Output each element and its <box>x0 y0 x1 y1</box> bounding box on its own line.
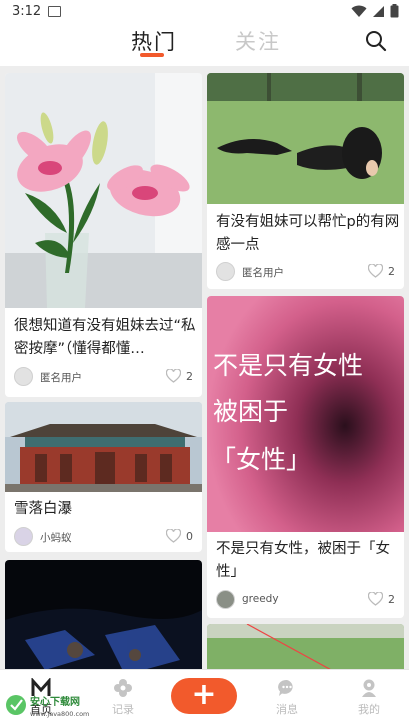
like-count: 2 <box>388 264 395 278</box>
like-count: 2 <box>388 592 395 606</box>
feed-card[interactable]: 很想知道有没有姐妹去过“私密按摩”（懂得都懂… 匿名用户 2 <box>5 73 202 397</box>
poster-line-3: 「女性」 <box>211 445 311 474</box>
night-tree-reflection-image <box>5 560 202 669</box>
add-post-button[interactable]: + <box>171 678 237 714</box>
tab-hot[interactable]: 热门 <box>131 26 177 56</box>
card-meta: 匿名用户 2 <box>14 367 193 387</box>
nav-profile[interactable]: 我的 <box>347 678 391 717</box>
card-title: 有没有姐妹可以帮忙p的有网感一点 <box>216 214 400 253</box>
watermark-url: www.java800.com <box>30 710 89 718</box>
heart-icon <box>166 369 181 383</box>
nav-messages-label: 消息 <box>276 703 298 716</box>
feed-card[interactable]: 雪落白瀑 小蚂蚁 0 <box>5 402 202 552</box>
heart-icon <box>368 592 383 606</box>
card-title: 不是只有女性，被困于「女性」 <box>216 541 390 580</box>
nav-profile-label: 我的 <box>358 703 380 716</box>
nav-record[interactable]: 记录 <box>101 678 145 717</box>
avatar <box>216 262 235 281</box>
chat-icon <box>278 679 293 696</box>
status-bar: 3:12 <box>0 0 409 24</box>
system-icons <box>351 4 399 18</box>
like-count: 2 <box>186 369 193 383</box>
feed-card[interactable] <box>5 560 202 669</box>
wifi-icon <box>351 5 367 17</box>
card-title: 雪落白瀑 <box>14 501 72 517</box>
card-title: 很想知道有没有姐妹去过“私密按摩”（懂得都懂… <box>14 318 196 357</box>
author-name: 匿名用户 <box>242 267 284 279</box>
poster-line-2: 被困于 <box>213 397 288 426</box>
tab-follow[interactable]: 关注 <box>235 26 281 56</box>
green-lawn-image <box>207 624 404 669</box>
like-button[interactable]: 2 <box>368 264 395 278</box>
status-time: 3:12 <box>12 4 42 19</box>
card-meta: 匿名用户 2 <box>216 262 395 282</box>
nav-messages[interactable]: 消息 <box>265 678 309 717</box>
chinese-temple-image <box>5 402 202 492</box>
heart-icon <box>368 264 383 278</box>
user-icon <box>362 679 376 697</box>
battery-icon <box>390 4 399 18</box>
author-name: 匿名用户 <box>40 372 82 384</box>
plus-icon: + <box>191 677 217 712</box>
feed-card[interactable]: 有没有姐妹可以帮忙p的有网感一点 匿名用户 2 <box>207 73 404 289</box>
card-meta: greedy 2 <box>216 590 395 610</box>
signal-icon <box>373 5 384 17</box>
notification-icon <box>48 6 61 17</box>
author-name: 小蚂蚁 <box>40 532 72 544</box>
like-button[interactable]: 2 <box>166 369 193 383</box>
search-icon[interactable] <box>365 30 387 52</box>
pink-poster-image: 不是只有女性 被困于 「女性」 <box>207 296 404 532</box>
feed[interactable]: 很想知道有没有姐妹去过“私密按摩”（懂得都懂… 匿名用户 2 雪落白瀑 小蚂蚁 <box>0 66 409 669</box>
like-button[interactable]: 0 <box>166 529 193 543</box>
avatar <box>216 590 235 609</box>
card-meta: 小蚂蚁 0 <box>14 527 193 547</box>
avatar <box>14 527 33 546</box>
author-name: greedy <box>242 593 279 605</box>
feed-card[interactable] <box>207 624 404 669</box>
flower-icon <box>114 679 132 697</box>
top-header: 热门 关注 <box>0 24 409 66</box>
watermark-name: 安心下载网 <box>30 695 80 708</box>
heart-icon <box>166 529 181 543</box>
like-button[interactable]: 2 <box>368 592 395 606</box>
poster-line-1: 不是只有女性 <box>213 351 363 380</box>
like-count: 0 <box>186 529 193 543</box>
watermark-logo: 安心下载网 www.java800.com <box>6 695 89 718</box>
avatar <box>14 367 33 386</box>
active-tab-indicator <box>140 53 164 57</box>
pink-lily-flowers-image <box>5 73 202 308</box>
nav-record-label: 记录 <box>112 703 134 716</box>
girl-on-grass-image <box>207 73 404 204</box>
feed-card[interactable]: 不是只有女性 被困于 「女性」 不是只有女性，被困于「女性」 greedy 2 <box>207 296 404 618</box>
